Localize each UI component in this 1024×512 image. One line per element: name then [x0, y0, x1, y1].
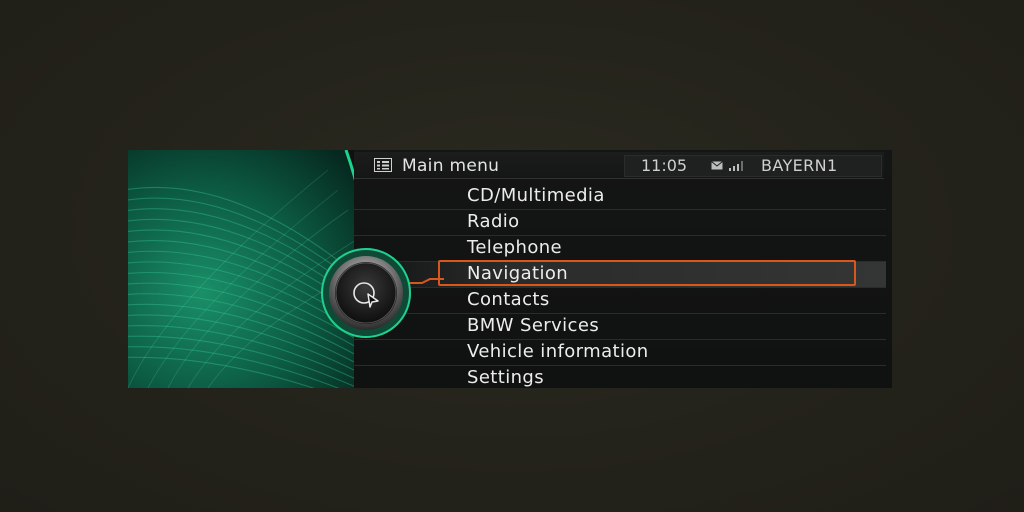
menu-item-radio[interactable]: Radio	[354, 210, 886, 236]
main-menu-panel: Main menu 11:05 BAYERN1 CD/Multimedia Ra…	[354, 150, 892, 388]
menu-item-label: Radio	[467, 211, 520, 232]
menu-list: CD/Multimedia Radio Telephone Navigation…	[354, 184, 886, 388]
menu-item-telephone[interactable]: Telephone	[354, 236, 886, 262]
menu-item-label: CD/Multimedia	[467, 185, 605, 206]
menu-item-label: Navigation	[467, 263, 569, 284]
page-title: Main menu	[402, 156, 500, 176]
menu-item-label: BMW Services	[467, 315, 600, 336]
radio-station: BAYERN1	[761, 156, 838, 175]
menu-item-settings[interactable]: Settings	[354, 366, 886, 388]
envelope-icon	[711, 161, 723, 170]
status-info: 11:05 BAYERN1	[624, 155, 882, 177]
signal-strength-icon	[729, 161, 743, 171]
menu-item-label: Telephone	[467, 237, 563, 258]
display-bezel: Main menu 11:05 BAYERN1 CD/Multimedia Ra…	[0, 0, 1024, 512]
menu-item-vehicle-information[interactable]: Vehicle information	[354, 340, 886, 366]
menu-item-label: Vehicle information	[467, 341, 649, 362]
menu-item-cd-multimedia[interactable]: CD/Multimedia	[354, 184, 886, 210]
menu-item-label: Contacts	[467, 289, 550, 310]
main-menu-icon	[374, 158, 392, 172]
status-bar: Main menu 11:05 BAYERN1	[354, 152, 884, 179]
navigation-controller-icon[interactable]	[319, 246, 413, 340]
menu-item-contacts[interactable]: Contacts	[354, 288, 886, 314]
menu-item-bmw-services[interactable]: BMW Services	[354, 314, 886, 340]
menu-item-label: Settings	[467, 367, 545, 388]
idrive-screen: Main menu 11:05 BAYERN1 CD/Multimedia Ra…	[128, 150, 892, 388]
clock: 11:05	[641, 156, 688, 175]
